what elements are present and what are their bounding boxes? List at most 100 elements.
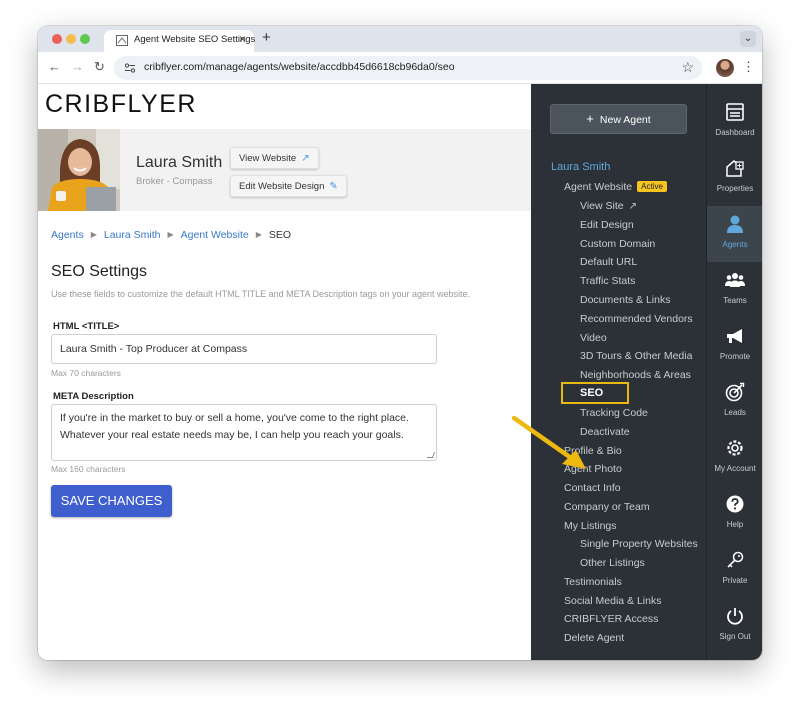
sidebar-item-other-listings[interactable]: Other Listings — [580, 557, 645, 569]
annotation-arrow-icon — [511, 415, 586, 469]
sidebar-item-documents-links[interactable]: Documents & Links — [580, 294, 670, 306]
rail-label: Help — [726, 520, 744, 529]
meta-description-textarea[interactable]: If you're in the market to buy or sell a… — [51, 404, 437, 461]
teams-icon — [725, 273, 745, 287]
sidebar-item-delete-agent[interactable]: Delete Agent — [564, 632, 624, 644]
sidebar-item-tracking-code[interactable]: Tracking Code — [580, 407, 648, 419]
minimize-window-button[interactable] — [66, 34, 76, 44]
edit-icon: ✎ — [329, 181, 338, 192]
dashboard-icon — [726, 103, 744, 121]
sidebar-item-cribflyer-access[interactable]: CRIBFLYER Access — [564, 613, 658, 625]
html-title-input[interactable]: Laura Smith - Top Producer at Compass — [51, 334, 437, 364]
sidebar-item-label: Agent Website — [564, 181, 633, 193]
sidebar-item-label: View Site — [580, 200, 624, 212]
agent-photo — [38, 129, 120, 211]
tab-close-icon[interactable]: × — [239, 32, 246, 46]
rail-item-sign-out[interactable]: Sign Out — [707, 598, 762, 654]
new-agent-button[interactable]: + New Agent — [550, 104, 687, 134]
rail-label: Properties — [716, 184, 754, 193]
profile-avatar[interactable] — [716, 59, 734, 77]
sidebar-item-single-property-websites[interactable]: Single Property Websites — [580, 538, 698, 550]
browser-menu-icon[interactable]: ⋮ — [742, 59, 755, 75]
rail-item-properties[interactable]: Properties — [707, 150, 762, 206]
rail-item-agents[interactable]: Agents — [707, 206, 762, 262]
sidebar-item-agent-website[interactable]: Agent Website Active — [564, 181, 667, 193]
breadcrumb-separator-icon: ▶ — [167, 230, 174, 239]
rail-item-teams[interactable]: Teams — [707, 262, 762, 318]
rail-label: Agents — [722, 240, 748, 249]
sidebar-item-view-site[interactable]: View Site ↗ — [580, 200, 637, 212]
sidebar-item-3d-tours[interactable]: 3D Tours & Other Media — [580, 350, 692, 362]
view-website-button[interactable]: View Website ↗ — [230, 147, 319, 169]
tab-search-chevron-icon[interactable]: ⌄ — [740, 31, 756, 47]
breadcrumb-agents[interactable]: Agents — [51, 229, 84, 241]
meta-description-value: If you're in the market to buy or sell a… — [60, 412, 409, 441]
browser-tab[interactable]: Agent Website SEO Settings × — [104, 30, 256, 52]
rail-item-leads[interactable]: Leads — [707, 374, 762, 430]
sidebar-agent-name[interactable]: Laura Smith — [551, 161, 610, 173]
rail-label: Private — [722, 576, 748, 585]
view-website-label: View Website — [239, 153, 297, 164]
forward-arrow-icon[interactable]: → — [71, 59, 84, 74]
sidebar-item-neighborhoods[interactable]: Neighborhoods & Areas — [580, 369, 691, 381]
sidebar-item-recommended-vendors[interactable]: Recommended Vendors — [580, 313, 693, 325]
house-favicon-icon — [116, 35, 128, 46]
icon-rail: Dashboard Properties Agents Teams Promot… — [706, 84, 762, 660]
url-text[interactable]: cribflyer.com/manage/agents/website/accd… — [144, 61, 455, 73]
rail-item-my-account[interactable]: My Account — [707, 430, 762, 486]
sidebar-item-social-media[interactable]: Social Media & Links — [564, 595, 661, 607]
rail-item-private[interactable]: Private — [707, 542, 762, 598]
breadcrumb-agent[interactable]: Laura Smith — [104, 229, 161, 241]
edit-website-design-button[interactable]: Edit Website Design ✎ — [230, 175, 347, 197]
browser-toolbar: ← → ↻ cribflyer.com/manage/agents/websit… — [38, 52, 762, 84]
sidebar-item-seo[interactable]: SEO — [561, 382, 629, 404]
close-window-button[interactable] — [52, 34, 62, 44]
gear-icon — [727, 440, 743, 456]
rail-label: Leads — [724, 408, 746, 417]
key-icon — [727, 551, 744, 568]
sidebar-item-testimonials[interactable]: Testimonials — [564, 576, 622, 588]
agent-portrait-image — [38, 129, 120, 211]
new-tab-button[interactable]: + — [262, 29, 271, 46]
sidebar-item-custom-domain[interactable]: Custom Domain — [580, 238, 655, 250]
help-question-icon — [726, 495, 744, 513]
resize-handle-icon[interactable] — [426, 452, 436, 458]
save-changes-button[interactable]: SAVE CHANGES — [51, 485, 172, 517]
active-badge: Active — [637, 181, 667, 192]
breadcrumb-current: SEO — [268, 229, 292, 241]
bookmark-star-icon[interactable]: ☆ — [681, 59, 694, 76]
sidebar-item-contact-info[interactable]: Contact Info — [564, 482, 621, 494]
page-description: Use these fields to customize the defaul… — [51, 289, 471, 299]
breadcrumb-agent-website[interactable]: Agent Website — [181, 229, 249, 241]
page-title: SEO Settings — [51, 263, 148, 280]
page: CRIBFLYER Laura Smith Broker - Compass V… — [38, 84, 762, 660]
sidebar-item-edit-design[interactable]: Edit Design — [580, 219, 634, 231]
target-icon — [725, 382, 745, 402]
sidebar-item-traffic-stats[interactable]: Traffic Stats — [580, 275, 635, 287]
power-icon — [727, 608, 743, 625]
sidebar-item-video[interactable]: Video — [580, 332, 607, 344]
sidebar-item-company-team[interactable]: Company or Team — [564, 501, 650, 513]
main-content: CRIBFLYER Laura Smith Broker - Compass V… — [38, 84, 531, 660]
rail-label: My Account — [714, 464, 756, 473]
reload-icon[interactable]: ↻ — [94, 59, 105, 75]
breadcrumb-separator-icon: ▶ — [255, 230, 262, 239]
address-bar[interactable]: cribflyer.com/manage/agents/website/accd… — [114, 56, 702, 80]
rail-label: Promote — [719, 352, 751, 361]
rail-label: Sign Out — [719, 632, 751, 641]
browser-window: Agent Website SEO Settings × + ⌄ ← → ↻ c… — [38, 26, 762, 660]
breadcrumb-separator-icon: ▶ — [90, 230, 97, 239]
site-settings-icon[interactable] — [124, 62, 136, 74]
rail-item-promote[interactable]: Promote — [707, 318, 762, 374]
sidebar-item-my-listings[interactable]: My Listings — [564, 520, 617, 532]
meta-description-hint: Max 160 characters — [51, 464, 126, 474]
tab-title: Agent Website SEO Settings — [134, 34, 256, 45]
maximize-window-button[interactable] — [80, 34, 90, 44]
properties-icon — [726, 160, 744, 177]
rail-item-help[interactable]: Help — [707, 486, 762, 542]
cribflyer-logo[interactable]: CRIBFLYER — [45, 90, 197, 119]
sidebar-item-default-url[interactable]: Default URL — [580, 256, 637, 268]
back-arrow-icon[interactable]: ← — [48, 59, 61, 74]
rail-item-dashboard[interactable]: Dashboard — [707, 94, 762, 150]
external-link-icon: ↗ — [301, 153, 310, 164]
